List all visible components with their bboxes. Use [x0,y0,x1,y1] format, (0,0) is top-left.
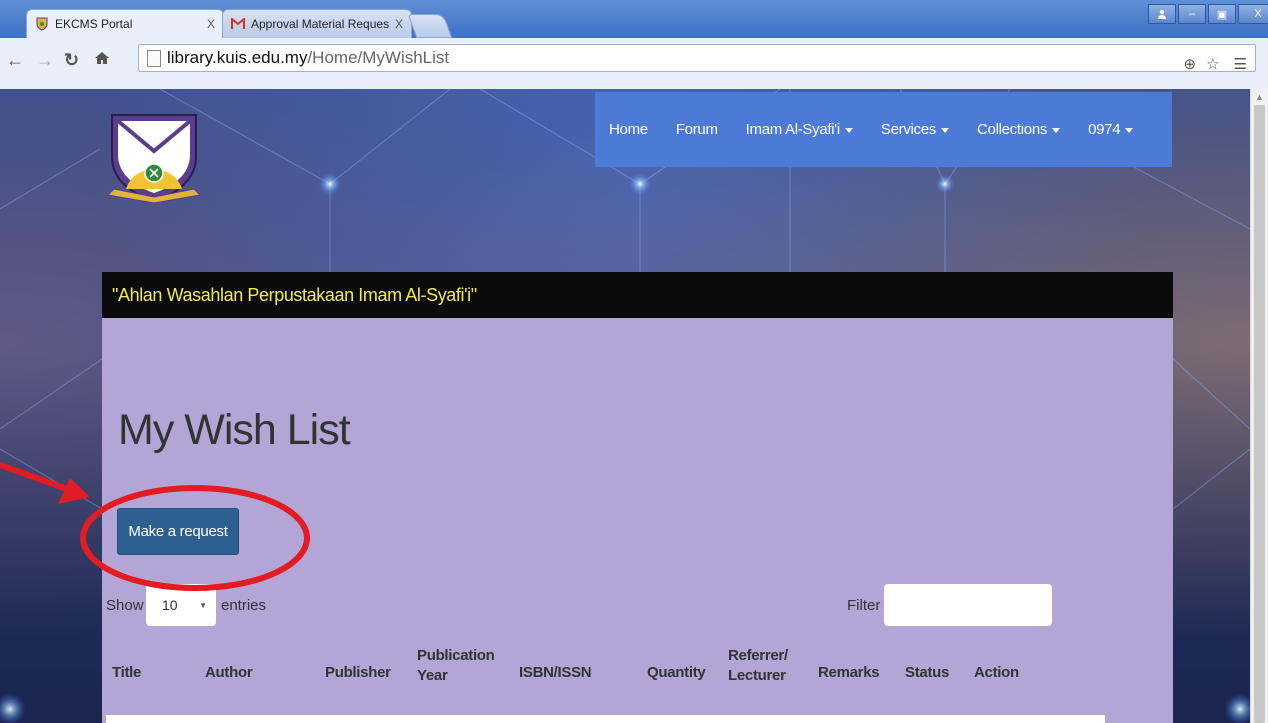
entries-label: entries [221,597,267,614]
nav-home[interactable]: Home [609,121,648,138]
welcome-text: "Ahlan Wasahlan Perpustakaan Imam Al-Sya… [112,284,477,305]
tab-label: EKCMS Portal [55,17,133,31]
nav-forum[interactable]: Forum [676,121,718,138]
reload-icon[interactable]: ↻ [64,50,79,71]
omnibox-actions: ⊕ ☆ ☰ [1184,55,1247,73]
tab-ekcms-portal[interactable]: EKCMS Portal X [26,9,224,38]
col-publisher[interactable]: Publisher [325,664,391,681]
table-header: Title Author Publisher Publication Year I… [102,644,1173,704]
scroll-up-icon[interactable]: ▲ [1255,92,1264,102]
scrollbar-thumb[interactable] [1254,105,1265,723]
filter-label: Filter [847,597,881,614]
nav-services[interactable]: Services [881,121,949,138]
page-scrollbar[interactable]: ▲ [1250,89,1268,723]
new-tab-button[interactable] [407,14,453,38]
tab-strip: EKCMS Portal X Approval Material Request… [0,0,1268,38]
nav-user-account[interactable]: 0974 [1088,121,1134,138]
caret-down-icon [1052,127,1061,133]
caret-down-icon [941,127,949,133]
browser-toolbar: ← → ↻ library.kuis.edu.my/Home/MyWishLis… [0,38,1268,90]
nav-imam-al-syafii[interactable]: Imam Al-Syafi'i [746,121,853,138]
main-navbar: Home Forum Imam Al-Syafi'i Services Coll… [595,92,1172,167]
user-icon[interactable] [1148,4,1176,24]
minimize-button[interactable]: – [1178,4,1206,24]
nav-collections[interactable]: Collections [977,121,1061,138]
caret-down-icon [1125,127,1134,133]
address-bar[interactable]: library.kuis.edu.my/Home/MyWishList ⊕ ☆ … [138,44,1256,73]
ekcms-favicon-icon [35,17,49,31]
close-window-button[interactable]: X [1238,4,1268,24]
caret-down-icon [844,127,853,133]
page-title: My Wish List [118,406,351,454]
main-content: My Wish List Make a request Show 10 ▼ en… [102,318,1173,723]
table-row [106,715,1105,723]
url-path: /Home/MyWishList [307,48,450,67]
col-title[interactable]: Title [112,664,141,681]
forward-arrow-icon[interactable]: → [36,50,54,71]
kuis-logo[interactable] [104,111,204,207]
menu-icon[interactable]: ☰ [1234,55,1247,73]
url-host: library.kuis.edu.my [167,48,308,67]
col-action[interactable]: Action [974,664,1019,681]
entries-value: 10 [162,597,178,613]
tab-label: Approval Material Request - [251,17,389,31]
col-quantity[interactable]: Quantity [647,664,706,681]
col-author[interactable]: Author [205,664,253,681]
bookmark-star-icon[interactable]: ☆ [1206,55,1219,73]
filter-input[interactable] [884,584,1052,626]
maximize-button[interactable]: ▣ [1208,4,1236,24]
dropdown-arrow-icon: ▼ [199,601,207,610]
home-icon[interactable] [94,50,110,71]
page-icon [147,49,161,67]
col-referrer-lecturer[interactable]: Referrer/Lecturer [728,646,788,686]
col-publication-year[interactable]: Publication Year [417,646,495,686]
browser-chrome: EKCMS Portal X Approval Material Request… [0,0,1268,90]
window-controls: – ▣ X [1148,4,1268,26]
show-label: Show [106,597,144,614]
tab-close-icon[interactable]: X [207,17,215,31]
col-remarks[interactable]: Remarks [818,664,880,681]
zoom-icon[interactable]: ⊕ [1184,55,1197,73]
welcome-banner: "Ahlan Wasahlan Perpustakaan Imam Al-Sya… [102,272,1173,318]
table-controls: Show 10 ▼ entries Filter [102,584,1173,630]
entries-select[interactable]: 10 ▼ [146,584,216,626]
make-request-button[interactable]: Make a request [117,508,239,555]
page-viewport: Home Forum Imam Al-Syafi'i Services Coll… [0,89,1250,723]
tab-approval-material-request[interactable]: Approval Material Request - X [222,9,412,38]
back-arrow-icon[interactable]: ← [6,50,24,71]
col-isbn-issn[interactable]: ISBN/ISSN [519,664,592,681]
tab-close-icon[interactable]: X [395,17,403,31]
col-status[interactable]: Status [905,664,949,681]
gmail-icon [231,17,245,31]
